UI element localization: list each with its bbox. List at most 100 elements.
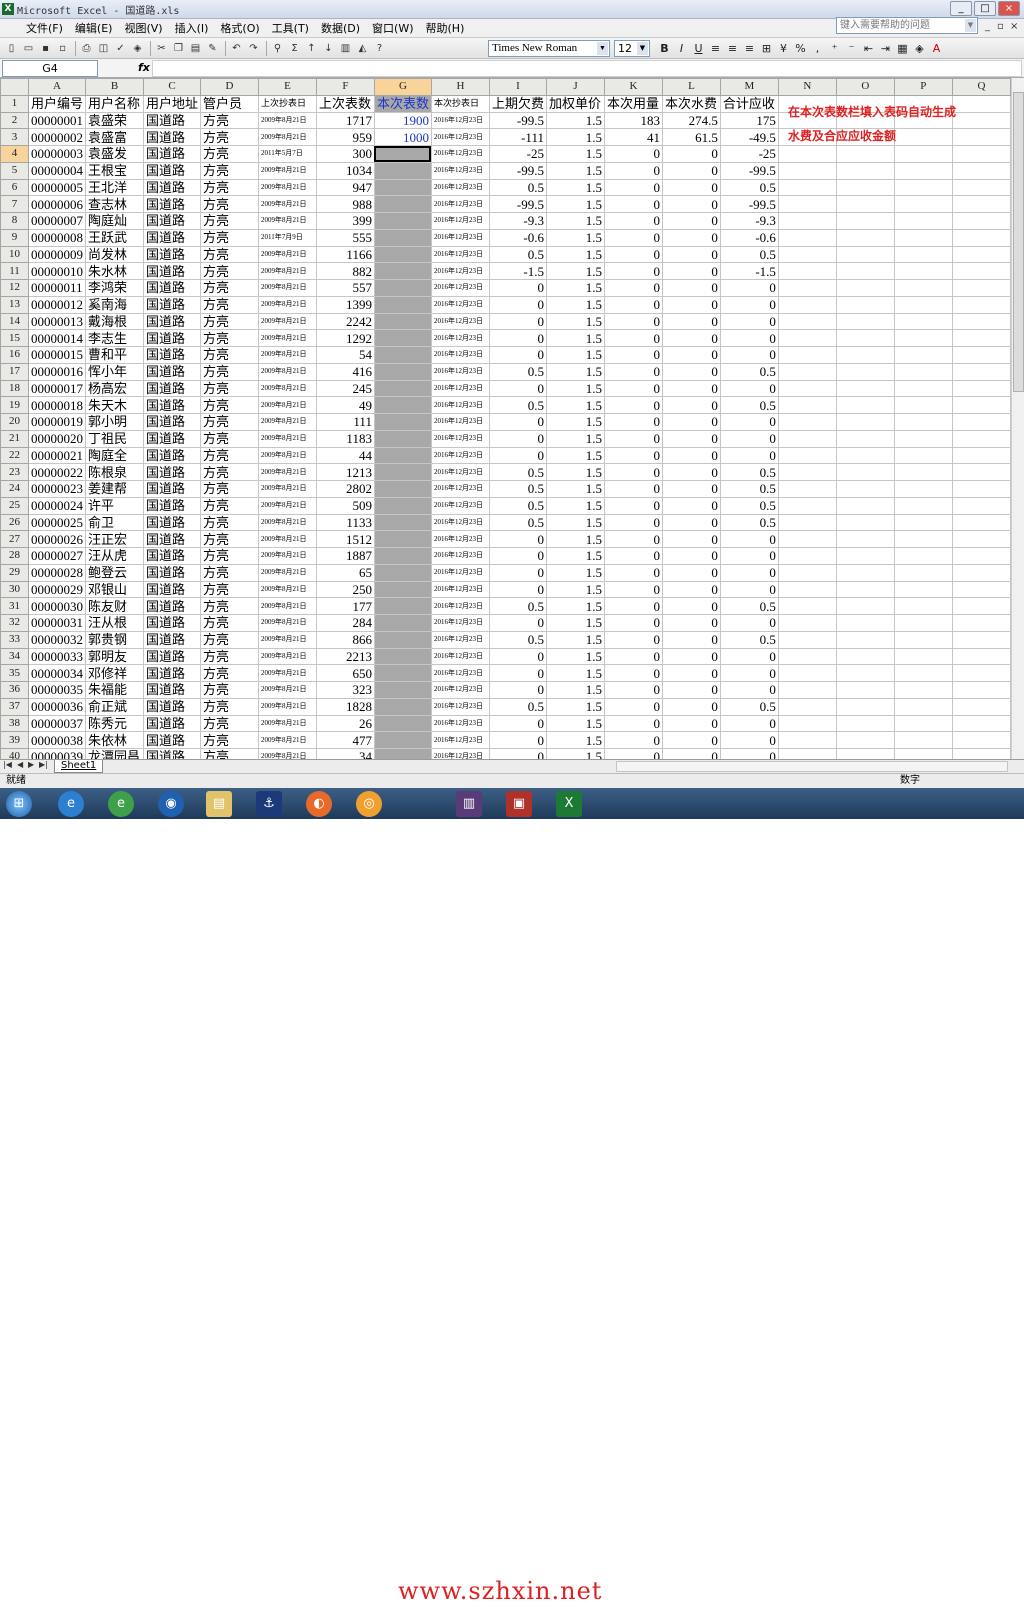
cell-Q6[interactable] xyxy=(951,178,1011,197)
column-header-M[interactable]: M xyxy=(719,78,779,96)
row-header[interactable]: 9 xyxy=(0,228,29,247)
cell-O20[interactable] xyxy=(835,413,895,431)
cell-P19[interactable] xyxy=(893,396,953,414)
cell-K30[interactable]: 0 xyxy=(603,580,663,599)
cell-C27[interactable]: 国道路 xyxy=(142,530,202,548)
cell-G1[interactable]: 本次表数 xyxy=(373,94,432,113)
cell-N11[interactable] xyxy=(777,262,837,280)
cell-K12[interactable]: 0 xyxy=(603,279,663,297)
italic-button[interactable]: I xyxy=(673,40,690,57)
cell-P27[interactable] xyxy=(893,530,953,548)
cell-G7[interactable] xyxy=(373,195,432,213)
cell-H35[interactable]: 2016年12月23日 xyxy=(430,664,490,682)
cell-E32[interactable]: 2009年8月21日 xyxy=(257,614,317,632)
cell-D16[interactable]: 方亮 xyxy=(200,346,259,364)
cell-H4[interactable]: 2016年12月23日 xyxy=(430,145,490,163)
app-icon-2[interactable]: ▣ xyxy=(506,791,532,817)
menu-view[interactable]: 视图(V) xyxy=(118,20,168,36)
sort-asc-icon[interactable]: ↑ xyxy=(304,41,319,56)
cell-Q34[interactable] xyxy=(951,647,1011,666)
paste-icon[interactable]: ▤ xyxy=(188,41,203,56)
cell-L22[interactable]: 0 xyxy=(661,446,721,465)
cell-B15[interactable]: 李志生 xyxy=(85,329,144,347)
cell-F23[interactable]: 1213 xyxy=(315,463,375,481)
cell-I19[interactable]: 0.5 xyxy=(488,396,547,414)
cell-O40[interactable] xyxy=(835,748,895,759)
cell-I35[interactable]: 0 xyxy=(488,664,547,682)
permission-icon[interactable]: ▫ xyxy=(55,41,70,56)
cell-N31[interactable] xyxy=(777,597,837,615)
cell-Q18[interactable] xyxy=(951,379,1011,398)
cell-P38[interactable] xyxy=(893,714,953,733)
cell-N37[interactable] xyxy=(777,697,837,716)
cell-O30[interactable] xyxy=(835,580,895,599)
cell-L23[interactable]: 0 xyxy=(661,463,721,481)
cell-C19[interactable]: 国道路 xyxy=(142,396,202,414)
cell-P32[interactable] xyxy=(893,614,953,632)
cell-K22[interactable]: 0 xyxy=(603,446,663,465)
new-icon[interactable]: ▯ xyxy=(4,41,19,56)
cell-G23[interactable] xyxy=(373,463,432,481)
cell-D12[interactable]: 方亮 xyxy=(200,279,259,297)
row-header[interactable]: 31 xyxy=(0,597,29,615)
cell-B10[interactable]: 尚发林 xyxy=(85,245,144,264)
cell-D7[interactable]: 方亮 xyxy=(200,195,259,213)
cell-Q15[interactable] xyxy=(951,329,1011,347)
cell-L17[interactable]: 0 xyxy=(661,362,721,381)
cell-B29[interactable]: 鲍登云 xyxy=(85,563,144,582)
cell-C15[interactable]: 国道路 xyxy=(142,329,202,347)
cell-L2[interactable]: 274.5 xyxy=(661,111,721,130)
cell-M18[interactable]: 0 xyxy=(719,379,779,398)
cell-N28[interactable] xyxy=(777,547,837,565)
cell-K38[interactable]: 0 xyxy=(603,714,663,733)
cell-L4[interactable]: 0 xyxy=(661,145,721,163)
cell-N20[interactable] xyxy=(777,413,837,431)
row-header[interactable]: 5 xyxy=(0,161,29,180)
cell-N26[interactable] xyxy=(777,513,837,532)
cell-H21[interactable]: 2016年12月23日 xyxy=(430,429,490,448)
cell-N29[interactable] xyxy=(777,563,837,582)
cell-Q5[interactable] xyxy=(951,161,1011,180)
cell-E18[interactable]: 2009年8月21日 xyxy=(257,379,317,398)
cell-G16[interactable] xyxy=(373,346,432,364)
cell-Q7[interactable] xyxy=(951,195,1011,213)
cell-B35[interactable]: 邓修祥 xyxy=(85,664,144,682)
cell-I1[interactable]: 上期欠费 xyxy=(488,94,547,113)
cell-I14[interactable]: 0 xyxy=(488,312,547,331)
cell-A10[interactable]: 00000009 xyxy=(27,245,87,264)
cell-C6[interactable]: 国道路 xyxy=(142,178,202,197)
cell-O8[interactable] xyxy=(835,212,895,230)
cell-A20[interactable]: 00000019 xyxy=(27,413,87,431)
cell-A22[interactable]: 00000021 xyxy=(27,446,87,465)
row-header[interactable]: 40 xyxy=(0,748,29,759)
cell-B37[interactable]: 俞正斌 xyxy=(85,697,144,716)
cell-O12[interactable] xyxy=(835,279,895,297)
cell-P7[interactable] xyxy=(893,195,953,213)
cell-N7[interactable] xyxy=(777,195,837,213)
cell-H6[interactable]: 2016年12月23日 xyxy=(430,178,490,197)
cell-C14[interactable]: 国道路 xyxy=(142,312,202,331)
cell-G6[interactable] xyxy=(373,178,432,197)
cell-H20[interactable]: 2016年12月23日 xyxy=(430,413,490,431)
formula-input[interactable] xyxy=(152,60,1022,77)
row-header[interactable]: 19 xyxy=(0,396,29,414)
cell-L33[interactable]: 0 xyxy=(661,630,721,649)
cell-J3[interactable]: 1.5 xyxy=(545,128,605,146)
cell-C7[interactable]: 国道路 xyxy=(142,195,202,213)
cell-K31[interactable]: 0 xyxy=(603,597,663,615)
cell-C9[interactable]: 国道路 xyxy=(142,228,202,247)
cell-H8[interactable]: 2016年12月23日 xyxy=(430,212,490,230)
cell-A14[interactable]: 00000013 xyxy=(27,312,87,331)
cell-L37[interactable]: 0 xyxy=(661,697,721,716)
cell-I10[interactable]: 0.5 xyxy=(488,245,547,264)
cell-J7[interactable]: 1.5 xyxy=(545,195,605,213)
column-header-B[interactable]: B xyxy=(85,78,144,96)
cell-N14[interactable] xyxy=(777,312,837,331)
cell-J19[interactable]: 1.5 xyxy=(545,396,605,414)
cell-I17[interactable]: 0.5 xyxy=(488,362,547,381)
cell-M26[interactable]: 0.5 xyxy=(719,513,779,532)
cell-E19[interactable]: 2009年8月21日 xyxy=(257,396,317,414)
row-header[interactable]: 38 xyxy=(0,714,29,733)
cell-C12[interactable]: 国道路 xyxy=(142,279,202,297)
cell-E23[interactable]: 2009年8月21日 xyxy=(257,463,317,481)
